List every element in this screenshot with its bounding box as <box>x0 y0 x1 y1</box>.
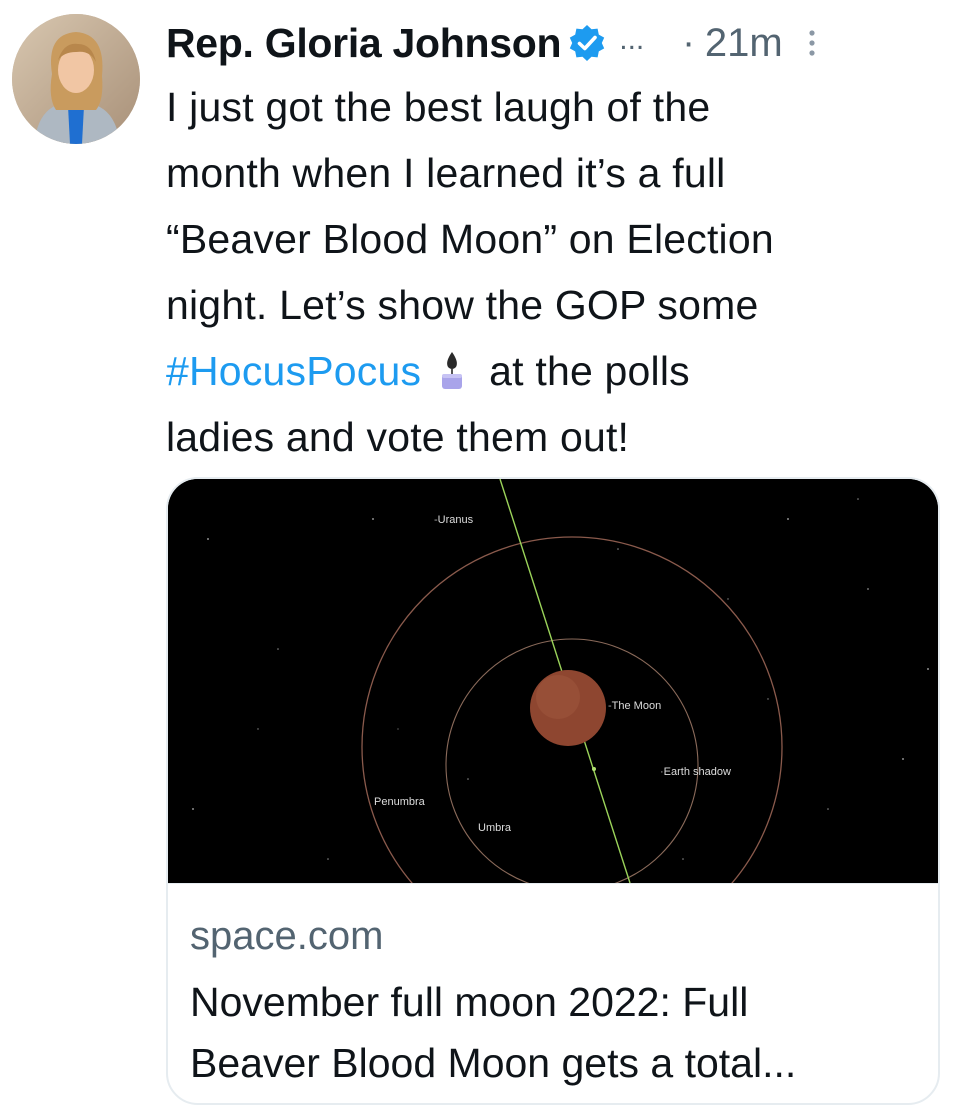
tweet-header: Rep. Gloria Johnson ... · 21m <box>166 14 956 72</box>
tweet-line: “Beaver Blood Moon” on Election <box>166 216 774 262</box>
eclipse-diagram-image: -Uranus -The Moon ·Earth shadow Penumbra… <box>168 479 938 958</box>
tweet-line-hashtag: #HocusPocus at the polls <box>166 338 946 404</box>
tweet-text-after-hashtag: at the polls <box>489 348 690 394</box>
link-preview-card[interactable]: -Uranus -The Moon ·Earth shadow Penumbra… <box>166 477 940 1105</box>
link-title-line: Beaver Blood Moon gets a total... <box>190 1040 797 1086</box>
timestamp[interactable]: 21m <box>705 21 783 66</box>
more-options-icon[interactable] <box>805 25 819 61</box>
link-title: November full moon 2022: Full Beaver Blo… <box>190 972 930 1094</box>
tweet-line: I just got the best laugh of the <box>166 84 711 130</box>
truncation-ellipsis: ... <box>619 23 645 56</box>
link-domain: space.com <box>190 914 384 958</box>
label-the-moon: -The Moon <box>608 700 661 712</box>
avatar-photo <box>12 14 140 144</box>
tweet-line: month when I learned it’s a full <box>166 150 726 196</box>
tweet-text: I just got the best laugh of the month w… <box>166 74 946 470</box>
link-title-line: November full moon 2022: Full <box>190 979 749 1025</box>
label-earth-shadow: ·Earth shadow <box>660 766 731 778</box>
verified-badge-icon <box>567 23 607 63</box>
author-name[interactable]: Rep. Gloria Johnson <box>166 20 562 67</box>
separator-dot: · <box>682 21 695 64</box>
label-uranus: -Uranus <box>434 514 474 526</box>
link-card-body[interactable]: space.com November full moon 2022: Full … <box>168 883 938 1086</box>
label-penumbra: Penumbra <box>374 796 426 808</box>
tweet-line: ladies and vote them out! <box>166 414 630 460</box>
label-umbra: Umbra <box>478 822 512 834</box>
hashtag-link[interactable]: #HocusPocus <box>166 348 421 394</box>
tweet-line: night. Let’s show the GOP some <box>166 282 759 328</box>
avatar[interactable] <box>12 14 140 144</box>
candle-icon <box>437 344 467 389</box>
